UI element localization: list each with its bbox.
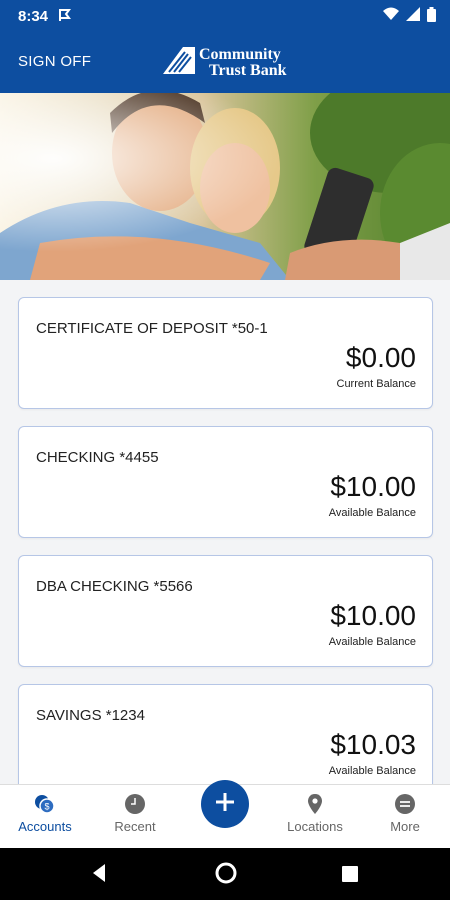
account-card-cd[interactable]: CERTIFICATE OF DEPOSIT *50-1 $0.00 Curre…	[18, 297, 433, 409]
hero-image	[0, 93, 450, 280]
more-icon	[394, 793, 416, 815]
nav-recent[interactable]: Recent	[90, 793, 180, 834]
app-header: SIGN OFF Community Trust Bank	[0, 32, 450, 93]
add-button[interactable]	[201, 780, 249, 828]
account-list: CERTIFICATE OF DEPOSIT *50-1 $0.00 Curre…	[18, 297, 433, 813]
nav-more[interactable]: More	[360, 793, 450, 834]
signal-icon	[406, 7, 420, 25]
accounts-icon: $	[34, 793, 56, 815]
bottom-nav: $ Accounts Recent Locations More	[0, 780, 450, 848]
logo-mark-icon	[161, 45, 197, 80]
logo-line1: Community	[199, 45, 281, 63]
flag-icon	[58, 8, 72, 25]
account-card-dba-checking[interactable]: DBA CHECKING *5566 $10.00 Available Bala…	[18, 555, 433, 667]
home-icon[interactable]	[214, 861, 238, 890]
bank-logo: Community Trust Bank	[161, 45, 287, 80]
account-card-checking[interactable]: CHECKING *4455 $10.00 Available Balance	[18, 426, 433, 538]
account-amount: $10.03	[330, 729, 416, 760]
nav-locations-label: Locations	[287, 819, 343, 834]
account-balance-label: Current Balance	[336, 378, 417, 390]
location-pin-icon	[304, 793, 326, 815]
clock-icon	[124, 793, 146, 815]
wifi-icon	[383, 7, 399, 25]
account-name: CERTIFICATE OF DEPOSIT *50-1	[36, 320, 268, 337]
account-name: SAVINGS *1234	[36, 707, 145, 724]
account-amount: $10.00	[330, 600, 416, 631]
account-name: CHECKING *4455	[36, 449, 159, 466]
logo-line2: Trust Bank	[209, 61, 287, 79]
account-balance-label: Available Balance	[328, 636, 416, 648]
system-nav-bar	[0, 848, 450, 900]
nav-locations[interactable]: Locations	[270, 793, 360, 834]
battery-icon	[427, 6, 436, 26]
sign-off-button[interactable]: SIGN OFF	[18, 53, 91, 70]
account-name: DBA CHECKING *5566	[36, 578, 193, 595]
account-amount: $10.00	[330, 471, 416, 502]
back-icon[interactable]	[91, 862, 107, 889]
account-amount: $0.00	[345, 342, 416, 373]
svg-text:$: $	[44, 802, 49, 812]
account-balance-label: Available Balance	[328, 765, 416, 777]
nav-more-label: More	[390, 819, 420, 834]
nav-accounts-label: Accounts	[18, 819, 72, 834]
nav-recent-label: Recent	[114, 819, 156, 834]
nav-accounts[interactable]: $ Accounts	[0, 793, 90, 834]
account-balance-label: Available Balance	[328, 507, 416, 519]
plus-icon	[214, 791, 236, 818]
status-bar: 8:34	[0, 0, 450, 32]
recents-icon[interactable]	[341, 865, 359, 888]
status-time: 8:34	[18, 7, 49, 25]
